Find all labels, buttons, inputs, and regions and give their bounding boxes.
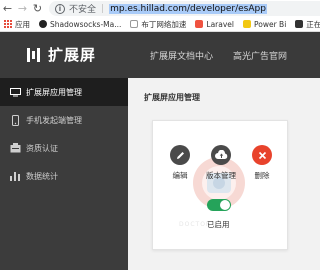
sidebar-item-label: 扩展屏应用管理 [26, 87, 82, 97]
sidebar-item-label: 手机发起端管理 [26, 115, 82, 125]
app-card: DOCTOR 编辑 版本管理 删除 已启用 [152, 120, 288, 250]
bookmark-label: Shadowsocks-Ma... [50, 19, 122, 29]
insecure-label: 不安全 [69, 5, 97, 15]
bookmark-label: 正在播放 [306, 19, 320, 29]
nav-link-docs[interactable]: 扩展屏文档中心 [150, 49, 213, 62]
enable-toggle[interactable] [207, 199, 231, 211]
bookmark-label: Laravel [206, 19, 234, 29]
back-button[interactable]: ← [0, 0, 15, 17]
reload-button[interactable]: ↻ [30, 0, 45, 17]
bookmark-label: 布丁网络加速 [141, 19, 187, 29]
bookmark-label: Power Bi [253, 19, 287, 29]
logo[interactable]: 扩展屏 [27, 44, 96, 65]
browser-address-bar: ← → ↻ i 不安全 | mp.es.hillad.com/developer… [0, 0, 320, 17]
sidebar-item-label: 数据统计 [26, 171, 58, 181]
version-management-label: 版本管理 [206, 171, 236, 180]
sidebar: 扩展屏应用管理 手机发起端管理 资质认证 数据统计 [0, 78, 128, 270]
omnibox-separator: | [101, 3, 105, 14]
laravel-icon [195, 20, 204, 28]
status-label: 已启用 [207, 220, 230, 229]
top-header: 扩展屏 扩展屏文档中心 高光广告官网 [0, 32, 320, 78]
apps-grid-icon [4, 20, 12, 28]
powerbi-icon [242, 20, 251, 28]
pencil-icon [170, 145, 190, 165]
bookmarks-bar: 应用 Shadowsocks-Ma... 布丁网络加速 Laravel Powe… [0, 17, 320, 32]
nav-link-official-site[interactable]: 高光广告官网 [233, 49, 287, 62]
monitor-icon [9, 87, 21, 97]
bookmark-laravel[interactable]: Laravel [195, 20, 234, 29]
github-icon [39, 20, 47, 28]
sidebar-item-statistics[interactable]: 数据统计 [0, 162, 128, 190]
page-icon [130, 20, 139, 28]
bookmark-shadowsocks[interactable]: Shadowsocks-Ma... [39, 20, 121, 29]
edit-label: 编辑 [172, 171, 188, 180]
info-warning-icon[interactable]: i [55, 3, 65, 14]
certificate-icon [9, 143, 21, 153]
delete-label: 删除 [254, 171, 270, 180]
cloud-upload-icon [211, 145, 231, 165]
sidebar-item-label: 资质认证 [26, 143, 58, 153]
media-icon [295, 20, 304, 28]
bookmark-now-playing[interactable]: 正在播放 [295, 19, 320, 30]
url-text[interactable]: mp.es.hillad.com/developer/esApp [109, 3, 267, 14]
main-content: 扩展屏应用管理 DOCTOR 编辑 版本管理 删除 已启用 [128, 78, 320, 270]
logo-text: 扩展屏 [48, 46, 97, 64]
delete-button[interactable]: 删除 [245, 145, 279, 181]
omnibox[interactable]: i 不安全 | mp.es.hillad.com/developer/esApp [49, 1, 320, 16]
sidebar-item-certification[interactable]: 资质认证 [0, 134, 128, 162]
close-icon [252, 145, 272, 165]
edit-button[interactable]: 编辑 [163, 145, 197, 181]
bookmark-powerbi[interactable]: Power Bi [242, 19, 287, 29]
bookmark-label: 应用 [15, 19, 30, 29]
version-management-button[interactable]: 版本管理 [204, 145, 238, 181]
bookmark-apps[interactable]: 应用 [4, 19, 30, 30]
bookmark-buding[interactable]: 布丁网络加速 [130, 19, 186, 30]
bar-chart-icon [9, 171, 21, 181]
page-title: 扩展屏应用管理 [144, 93, 200, 102]
phone-icon [9, 114, 21, 126]
forward-button[interactable]: → [15, 0, 30, 17]
sidebar-item-app-management[interactable]: 扩展屏应用管理 [0, 78, 128, 106]
logo-bars-icon [27, 47, 43, 62]
toggle-knob [220, 200, 230, 210]
sidebar-item-phone-management[interactable]: 手机发起端管理 [0, 106, 128, 134]
